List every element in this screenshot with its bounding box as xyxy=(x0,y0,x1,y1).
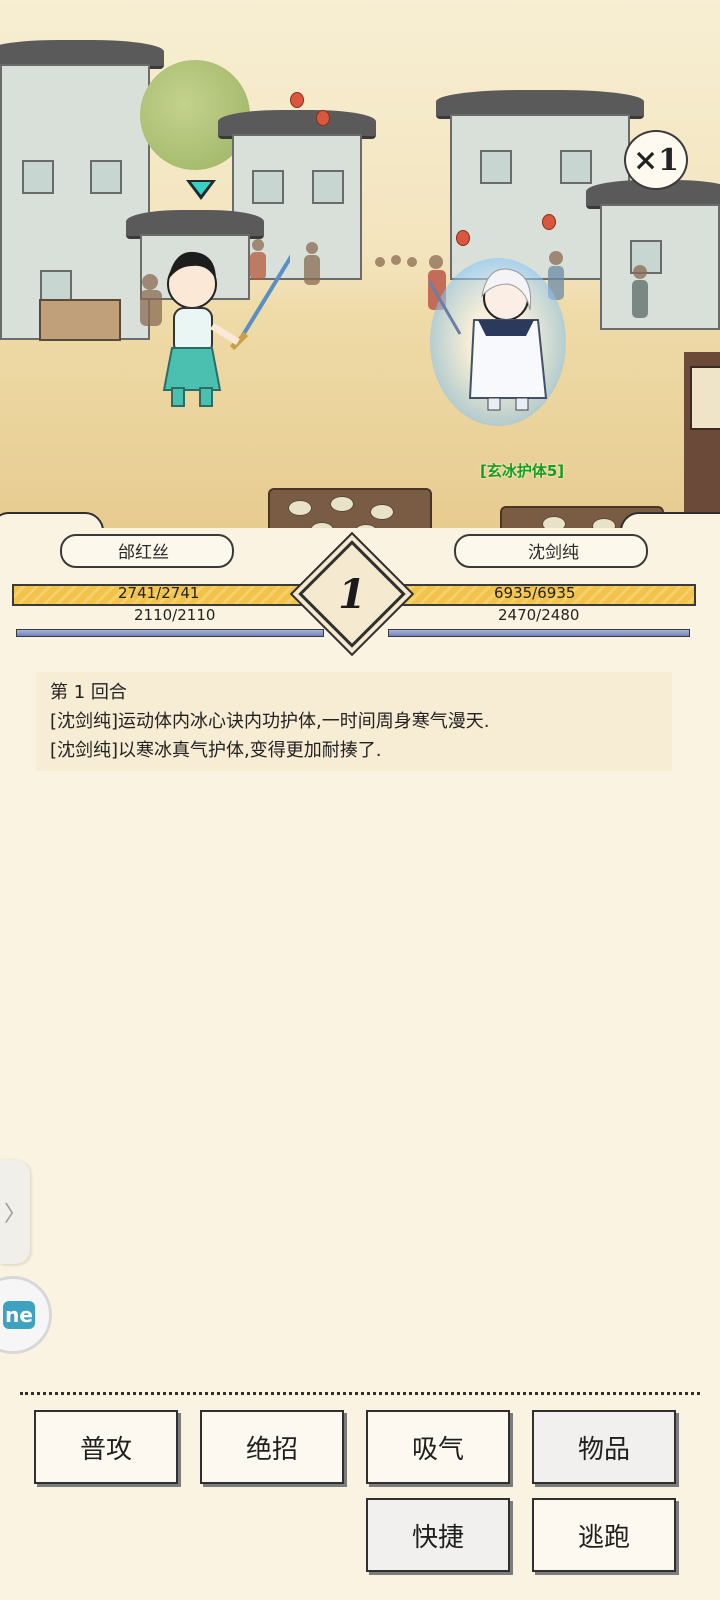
enemy-mp-bar xyxy=(388,629,690,637)
player-mp-bar xyxy=(16,629,324,637)
log-line: [沈剑纯]以寒冰真气护体,变得更加耐揍了. xyxy=(50,740,382,761)
battle-log: 第 1 回合 [沈剑纯]运动体内冰心诀内功护体,一时间周身寒气漫天. [沈剑纯]… xyxy=(36,672,672,771)
buff-status-label: [玄冰护体5] xyxy=(480,462,565,480)
log-line: [沈剑纯]运动体内冰心诀内功护体,一时间周身寒气漫天. xyxy=(50,711,490,732)
player-mp-text: 2110/2110 xyxy=(134,606,216,624)
floating-app-button[interactable]: ne xyxy=(0,1276,52,1354)
round-number: 1 xyxy=(338,570,366,618)
shop-signboard xyxy=(684,352,720,532)
crowd xyxy=(39,239,648,341)
player-hp-text: 2741/2741 xyxy=(118,584,200,602)
items-button[interactable]: 物品 xyxy=(532,1410,676,1484)
player-sprite xyxy=(162,240,302,407)
side-drawer-tab[interactable]: 〉 xyxy=(0,1160,30,1264)
enemy-sprite xyxy=(430,268,548,411)
enemy-name: 沈剑纯 xyxy=(528,543,579,563)
player-fighter[interactable] xyxy=(150,230,302,420)
enemy-fighter[interactable] xyxy=(430,258,570,428)
attack-button[interactable]: 普攻 xyxy=(34,1410,178,1484)
absorb-button[interactable]: 吸气 xyxy=(366,1410,510,1484)
battle-scene: [玄冰护体5] ×1 xyxy=(0,0,720,560)
quick-button[interactable]: 快捷 xyxy=(366,1498,510,1572)
ultimate-button[interactable]: 绝招 xyxy=(200,1410,344,1484)
enemy-mp-text: 2470/2480 xyxy=(498,606,580,624)
enemy-hp-text: 6935/6935 xyxy=(494,584,576,602)
action-bar-divider xyxy=(20,1392,700,1395)
battle-speed-button[interactable]: ×1 xyxy=(624,130,688,190)
chevron-right-icon: 〉 xyxy=(3,1202,26,1227)
active-turn-indicator xyxy=(186,180,216,200)
log-line: 第 1 回合 xyxy=(50,682,127,703)
player-name: 邰红丝 xyxy=(118,543,169,563)
app-logo-icon: ne xyxy=(3,1301,35,1329)
flee-button[interactable]: 逃跑 xyxy=(532,1498,676,1572)
